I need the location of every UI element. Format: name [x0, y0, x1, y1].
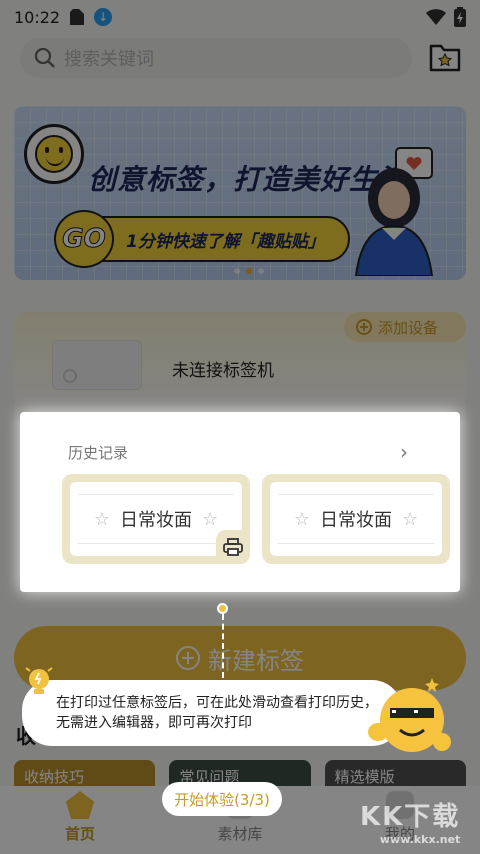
- print-button[interactable]: [216, 530, 250, 564]
- history-item-label: 日常妆面: [320, 510, 392, 531]
- guide-tip: 在打印过任意标签后，可在此处滑动查看打印历史，无需进入编辑器，即可再次打印: [22, 680, 402, 746]
- history-item[interactable]: ☆ 日常妆面 ☆: [262, 474, 450, 564]
- star-icon: ☆: [293, 508, 310, 530]
- start-experience-button[interactable]: 开始体验(3/3): [162, 782, 282, 816]
- watermark-text: KK下载: [360, 802, 461, 832]
- watermark-url: www.kkx.net: [379, 833, 461, 846]
- star-icon: ☆: [402, 508, 419, 530]
- pointer-dot: [217, 603, 228, 614]
- lightbulb-icon: [25, 667, 53, 694]
- watermark: KK下载 www.kkx.net: [360, 796, 460, 846]
- chevron-right-icon[interactable]: ›: [400, 440, 408, 464]
- printer-icon: [223, 538, 243, 556]
- history-item-label: 日常妆面: [120, 510, 192, 531]
- pointer-line: [222, 614, 224, 678]
- star-icon: ☆: [202, 508, 219, 530]
- history-spotlight: 历史记录 › ☆ 日常妆面 ☆ ☆ 日常妆面 ☆: [20, 412, 460, 592]
- history-title: 历史记录: [68, 444, 129, 462]
- star-icon: ☆: [93, 508, 110, 530]
- history-item[interactable]: ☆ 日常妆面 ☆: [62, 474, 250, 564]
- mascot-icon: [368, 678, 451, 752]
